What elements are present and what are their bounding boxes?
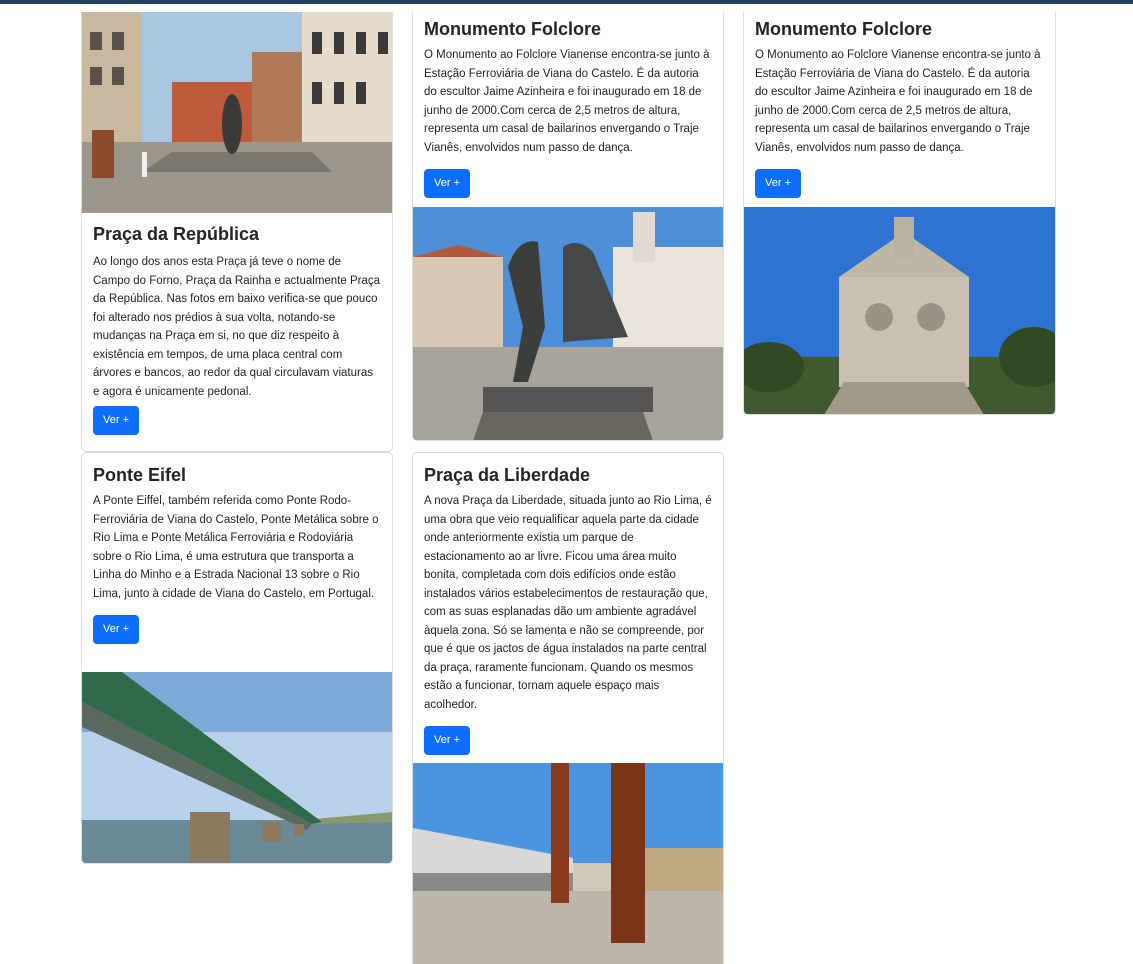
- card-text: Ao longo dos anos esta Praça já teve o n…: [93, 256, 381, 398]
- card-text: A nova Praça da Liberdade, situada junto…: [424, 495, 712, 711]
- card-ponte-eifel: Ponte Eifel A Ponte Eiffel, também refer…: [81, 452, 393, 864]
- card-image-ponte-eifel: [82, 672, 392, 863]
- card-image-santa-luzia: [744, 207, 1055, 414]
- card-praca-liberdade: Praça da Liberdade A nova Praça da Liber…: [412, 452, 724, 964]
- card-image-praca-republica: [82, 12, 392, 213]
- card-text: O Monumento ao Folclore Vianense encontr…: [755, 49, 1041, 154]
- top-bar: [0, 0, 1133, 4]
- ver-mais-button[interactable]: Ver +: [93, 406, 139, 435]
- card-monumento-folclore-2: Monumento Folclore O Monumento ao Folclo…: [743, 12, 1056, 415]
- card-image-monumento-folclore: [413, 207, 723, 440]
- card-title: Ponte Eifel: [93, 465, 187, 485]
- card-praca-republica: Praça da República Ao longo dos anos est…: [81, 12, 393, 452]
- card-title: Praça da Liberdade: [424, 465, 591, 485]
- card-text: O Monumento ao Folclore Vianense encontr…: [424, 49, 710, 154]
- card-title: Monumento Folclore: [424, 19, 601, 39]
- ver-mais-button[interactable]: Ver +: [93, 615, 139, 644]
- card-monumento-folclore-1: Monumento Folclore O Monumento ao Folclo…: [412, 12, 724, 441]
- ver-mais-button[interactable]: Ver +: [755, 169, 801, 198]
- ver-mais-button[interactable]: Ver +: [424, 726, 470, 755]
- card-title: Praça da República: [93, 224, 260, 244]
- card-title: Monumento Folclore: [755, 19, 932, 39]
- card-image-praca-liberdade: [413, 763, 723, 964]
- ver-mais-button[interactable]: Ver +: [424, 169, 470, 198]
- card-text: A Ponte Eiffel, também referida como Pon…: [93, 495, 379, 600]
